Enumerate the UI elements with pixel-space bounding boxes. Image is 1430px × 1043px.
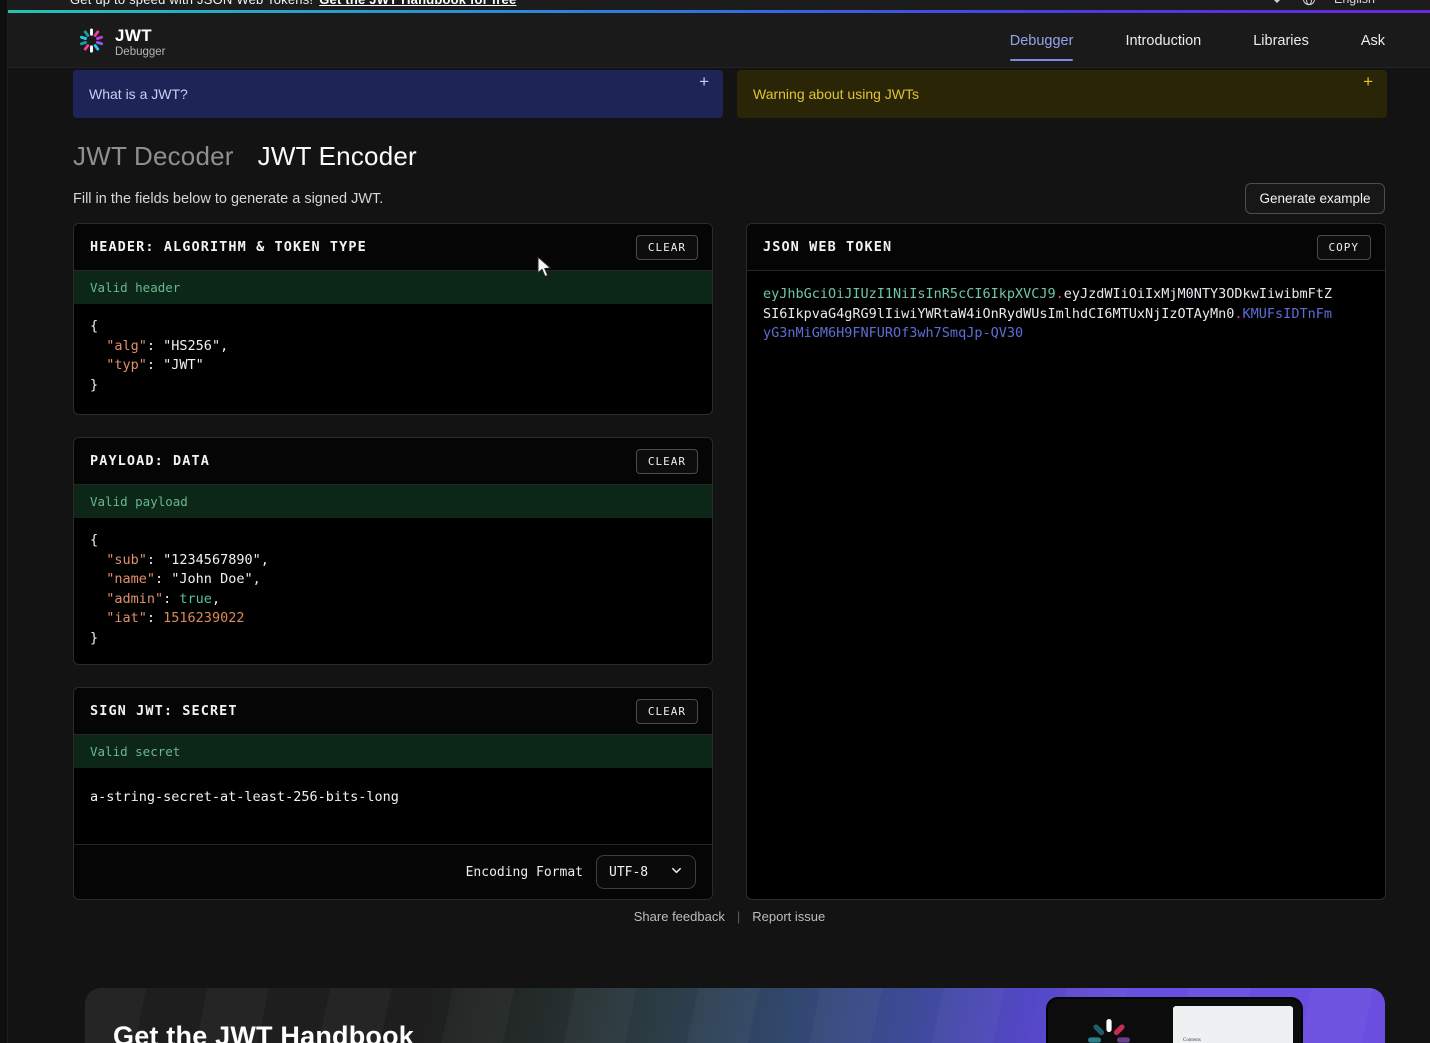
feedback-divider: | [737, 909, 740, 924]
what-is-jwt-banner[interactable]: What is a JWT? + [73, 70, 723, 118]
encoding-format-select[interactable]: UTF-8 [596, 855, 696, 889]
accent-gradient-line [0, 10, 1430, 13]
secret-card-title: SIGN JWT: SECRET [90, 703, 238, 719]
payload-json-editor[interactable]: { "sub": "1234567890", "name": "John Doe… [74, 518, 712, 664]
header-status-bar: Valid header [74, 271, 712, 304]
nav-item-introduction[interactable]: Introduction [1125, 33, 1201, 49]
encoder-inputs-column: HEADER: ALGORITHM & TOKEN TYPE CLEAR Val… [73, 223, 713, 900]
encoding-format-label: Encoding Format [466, 865, 583, 880]
jwt-debugger-page: Get up to speed with JSON Web Tokens! Get… [0, 0, 1430, 1043]
feedback-row: Share feedback | Report issue [73, 909, 1386, 924]
token-output-column: JSON WEB TOKEN COPY eyJhbGciOiJIUzI1NiIs… [746, 223, 1386, 900]
jwt-pinwheel-icon [1086, 1017, 1132, 1043]
jwt-warning-label: Warning about using JWTs [753, 86, 919, 102]
promo-handbook-link[interactable]: Get the JWT Handbook for free [319, 0, 516, 7]
logo-subtitle: Debugger [115, 46, 166, 59]
handbook-title: Get the JWT Handbook [113, 1021, 414, 1043]
page-subtitle: Fill in the fields below to generate a s… [73, 191, 383, 207]
handbook-banner[interactable]: Get the JWT Handbook C [85, 988, 1385, 1043]
share-feedback-link[interactable]: Share feedback [634, 909, 725, 924]
language-selector[interactable]: English [1334, 0, 1375, 6]
payload-clear-button[interactable]: CLEAR [636, 449, 698, 474]
token-copy-button[interactable]: COPY [1317, 235, 1372, 260]
nav-item-libraries[interactable]: Libraries [1253, 33, 1309, 49]
jwt-warning-banner[interactable]: Warning about using JWTs + [737, 70, 1387, 118]
handbook-tablet-image: Contents [1048, 999, 1301, 1043]
promo-banner[interactable]: Get up to speed with JSON Web Tokens! Get… [0, 0, 1430, 10]
logo-title: JWT [115, 27, 166, 44]
expand-plus-icon[interactable]: + [1363, 73, 1373, 90]
payload-card: PAYLOAD: DATA CLEAR Valid payload { "sub… [73, 437, 713, 665]
nav-item-ask[interactable]: Ask [1361, 33, 1385, 49]
nav-item-debugger[interactable]: Debugger [1010, 33, 1074, 49]
header-card-title: HEADER: ALGORITHM & TOKEN TYPE [90, 239, 367, 255]
header-json-editor[interactable]: { "alg": "HS256", "typ": "JWT"} [74, 304, 712, 414]
header-clear-button[interactable]: CLEAR [636, 235, 698, 260]
secret-input[interactable]: a-string-secret-at-least-256-bits-long [74, 768, 712, 844]
handbook-page-preview: Contents [1173, 1006, 1293, 1043]
encoding-format-value: UTF-8 [609, 865, 648, 880]
report-issue-link[interactable]: Report issue [752, 909, 825, 924]
promo-message: Get up to speed with JSON Web Tokens! [70, 0, 313, 7]
encoded-jwt-text[interactable]: eyJhbGciOiJIUzI1NiIsInR5cCI6IkpXVCJ9.eyJ… [747, 271, 1355, 358]
window-edge-strip [0, 0, 8, 1043]
secret-status-bar: Valid secret [74, 735, 712, 768]
tab-jwt-decoder[interactable]: JWT Decoder [73, 141, 234, 172]
token-card-title: JSON WEB TOKEN [763, 239, 892, 255]
header-card: HEADER: ALGORITHM & TOKEN TYPE CLEAR Val… [73, 223, 713, 415]
generate-example-button[interactable]: Generate example [1245, 183, 1385, 214]
payload-card-title: PAYLOAD: DATA [90, 453, 210, 469]
theme-icon[interactable] [1270, 0, 1284, 6]
json-web-token-card: JSON WEB TOKEN COPY eyJhbGciOiJIUzI1NiIs… [746, 223, 1386, 900]
encoding-format-row: Encoding Format UTF-8 [74, 844, 712, 899]
header-status-text: Valid header [90, 280, 180, 295]
jwt-logo[interactable]: JWT Debugger [78, 27, 166, 59]
expand-plus-icon[interactable]: + [699, 73, 709, 90]
top-navbar: JWT Debugger Debugger Introduction Libra… [0, 13, 1430, 68]
tab-jwt-encoder[interactable]: JWT Encoder [258, 141, 417, 172]
secret-status-text: Valid secret [90, 744, 180, 759]
payload-status-text: Valid payload [90, 494, 188, 509]
jwt-pinwheel-icon [78, 27, 105, 59]
mode-tabs: JWT Decoder JWT Encoder [73, 141, 417, 172]
handbook-contents-label: Contents [1183, 1038, 1201, 1043]
chevron-down-icon [670, 864, 683, 881]
what-is-jwt-label: What is a JWT? [89, 86, 188, 102]
secret-card: SIGN JWT: SECRET CLEAR Valid secret a-st… [73, 687, 713, 900]
promo-text: Get up to speed with JSON Web Tokens! Get… [70, 0, 516, 7]
secret-clear-button[interactable]: CLEAR [636, 699, 698, 724]
nav-menu: Debugger Introduction Libraries Ask [1010, 13, 1385, 68]
payload-status-bar: Valid payload [74, 485, 712, 518]
globe-icon [1302, 0, 1316, 6]
